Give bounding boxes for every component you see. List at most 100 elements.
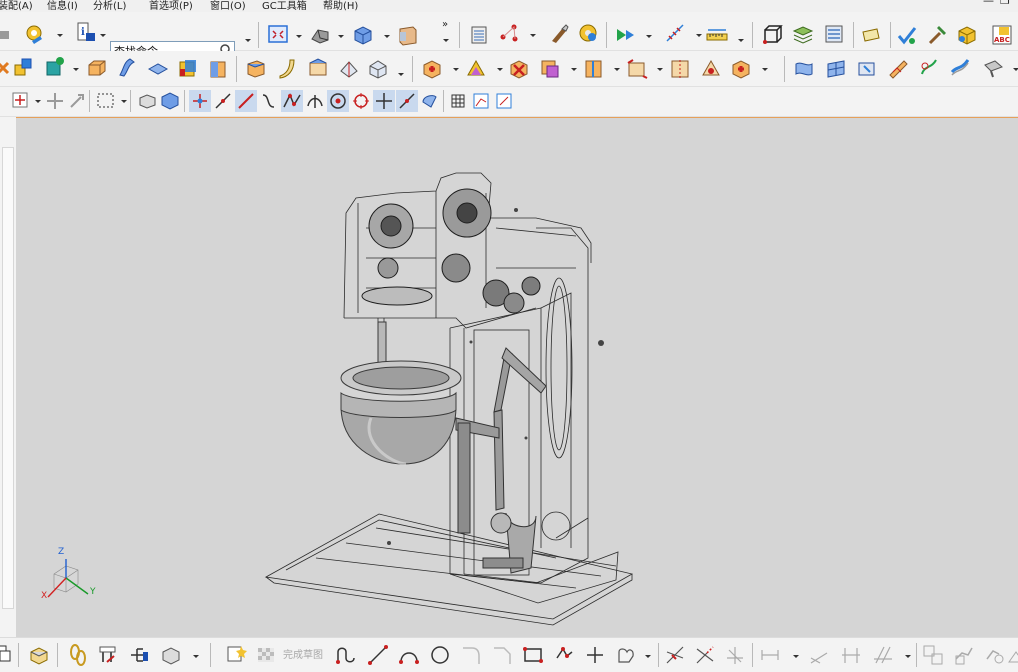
table-icon[interactable] <box>493 90 515 112</box>
profile-icon[interactable] <box>335 644 357 666</box>
teal-cube-icon[interactable] <box>44 56 66 78</box>
move-icon[interactable] <box>44 90 66 112</box>
door-icon[interactable] <box>397 24 419 46</box>
grid-icon[interactable] <box>447 90 469 112</box>
menu-assembly[interactable]: 装配(A) <box>0 0 33 12</box>
gear-hand-icon[interactable] <box>24 23 46 45</box>
curve-icon[interactable] <box>276 57 298 79</box>
rectangle-icon[interactable] <box>522 644 544 666</box>
layers-icon[interactable] <box>468 24 490 46</box>
info2-icon[interactable] <box>419 90 441 112</box>
more-icon[interactable] <box>1006 644 1018 666</box>
point-tool-icon[interactable] <box>584 644 606 666</box>
ruler-icon[interactable] <box>706 24 728 46</box>
center-icon[interactable] <box>304 90 326 112</box>
pattern-icon[interactable] <box>700 58 722 80</box>
chart-icon[interactable] <box>470 90 492 112</box>
pen-icon[interactable] <box>856 58 878 80</box>
intersection-icon[interactable] <box>281 90 303 112</box>
resource-bar-panel[interactable] <box>2 147 14 609</box>
info-icon[interactable]: i <box>76 21 98 43</box>
cube-small-icon[interactable] <box>137 90 159 112</box>
arc-tool-icon[interactable] <box>398 644 420 666</box>
minimize-button[interactable]: — <box>983 0 994 7</box>
wire-cube-icon[interactable] <box>761 24 783 46</box>
shaft-icon[interactable] <box>953 644 975 666</box>
layers3-icon[interactable] <box>823 23 845 45</box>
arc-icon[interactable] <box>235 90 257 112</box>
finish-flag-icon[interactable] <box>255 644 277 666</box>
offset-icon[interactable] <box>615 644 637 666</box>
line-tool-icon[interactable] <box>367 644 389 666</box>
menu-help[interactable]: 帮助(H) <box>323 0 358 12</box>
surface-icon[interactable] <box>793 58 815 80</box>
extend-icon[interactable] <box>694 644 716 666</box>
cylinder-icon[interactable] <box>207 58 229 80</box>
polygon-icon[interactable] <box>553 644 575 666</box>
dimension-icon[interactable] <box>808 644 830 666</box>
split-icon[interactable] <box>583 58 605 80</box>
palette-icon[interactable] <box>577 22 599 44</box>
midpoint-icon[interactable] <box>396 90 418 112</box>
tree-icon[interactable] <box>128 644 150 666</box>
line-icon[interactable] <box>212 90 234 112</box>
fit-view-icon[interactable] <box>267 24 289 46</box>
mirror-icon[interactable] <box>669 58 691 80</box>
menu-info[interactable]: 信息(I) <box>47 0 78 12</box>
layer-icon[interactable] <box>147 58 169 80</box>
scale-box-icon[interactable] <box>626 58 648 80</box>
hammer-icon[interactable] <box>926 24 948 46</box>
gold-box-icon[interactable] <box>539 58 561 80</box>
pyramid-icon[interactable] <box>465 58 487 80</box>
trim-tool-icon[interactable] <box>664 644 686 666</box>
menu-preferences[interactable]: 首选项(P) <box>149 0 193 12</box>
fold-icon[interactable] <box>307 57 329 79</box>
trim-icon[interactable] <box>730 58 752 80</box>
block-icon[interactable] <box>956 24 978 46</box>
menu-gc-toolbox[interactable]: GC工具箱 <box>262 0 307 12</box>
wave-icon[interactable] <box>887 58 909 80</box>
select-box-icon[interactable] <box>95 90 117 112</box>
plus-point-icon[interactable] <box>373 90 395 112</box>
wrench-icon[interactable] <box>949 56 971 78</box>
constraint-icon[interactable] <box>984 644 1006 666</box>
abc-icon[interactable]: ABC <box>991 24 1013 46</box>
surface2-icon[interactable] <box>825 58 847 80</box>
layers2-icon[interactable] <box>792 23 814 45</box>
mirror-tool-icon[interactable] <box>759 644 781 666</box>
point-icon[interactable] <box>189 90 211 112</box>
sweep-icon[interactable] <box>918 56 940 78</box>
extra-surface-icon[interactable] <box>982 57 1004 79</box>
cube-blue-icon[interactable] <box>159 90 181 112</box>
blend-icon[interactable] <box>338 58 360 80</box>
snap-icon[interactable] <box>10 90 32 112</box>
graphics-viewport[interactable]: Z Y X <box>16 117 1018 638</box>
box3-icon[interactable] <box>160 644 182 666</box>
parts-icon[interactable] <box>922 644 944 666</box>
menu-window[interactable]: 窗口(O) <box>210 0 246 12</box>
angle-icon[interactable] <box>840 644 862 666</box>
hex-icon[interactable] <box>421 58 443 80</box>
shaded-part-icon[interactable] <box>309 24 331 46</box>
plane-icon[interactable] <box>245 58 267 80</box>
finish-sketch-label[interactable]: 完成草图 <box>283 646 323 661</box>
network-icon[interactable] <box>498 22 520 44</box>
check-icon[interactable] <box>896 24 918 46</box>
chamfer-tool-icon[interactable] <box>491 644 513 666</box>
brush-icon[interactable] <box>548 23 570 45</box>
tangent-icon[interactable] <box>258 90 280 112</box>
box-icon[interactable] <box>86 57 108 79</box>
sketch-icon[interactable] <box>226 643 248 665</box>
scale-icon[interactable] <box>664 22 686 44</box>
cube-multi-icon[interactable] <box>177 57 199 79</box>
quadrant-icon[interactable] <box>327 90 349 112</box>
tool-icon[interactable] <box>97 644 119 666</box>
stack-icon[interactable] <box>0 643 16 665</box>
prev-icon[interactable] <box>0 23 16 45</box>
corner-icon[interactable] <box>724 644 746 666</box>
circle-point-icon[interactable] <box>350 90 372 112</box>
blocks-icon[interactable] <box>12 56 34 78</box>
note-icon[interactable] <box>860 24 882 46</box>
chain-icon[interactable] <box>67 644 89 666</box>
fillet-icon[interactable] <box>460 644 482 666</box>
